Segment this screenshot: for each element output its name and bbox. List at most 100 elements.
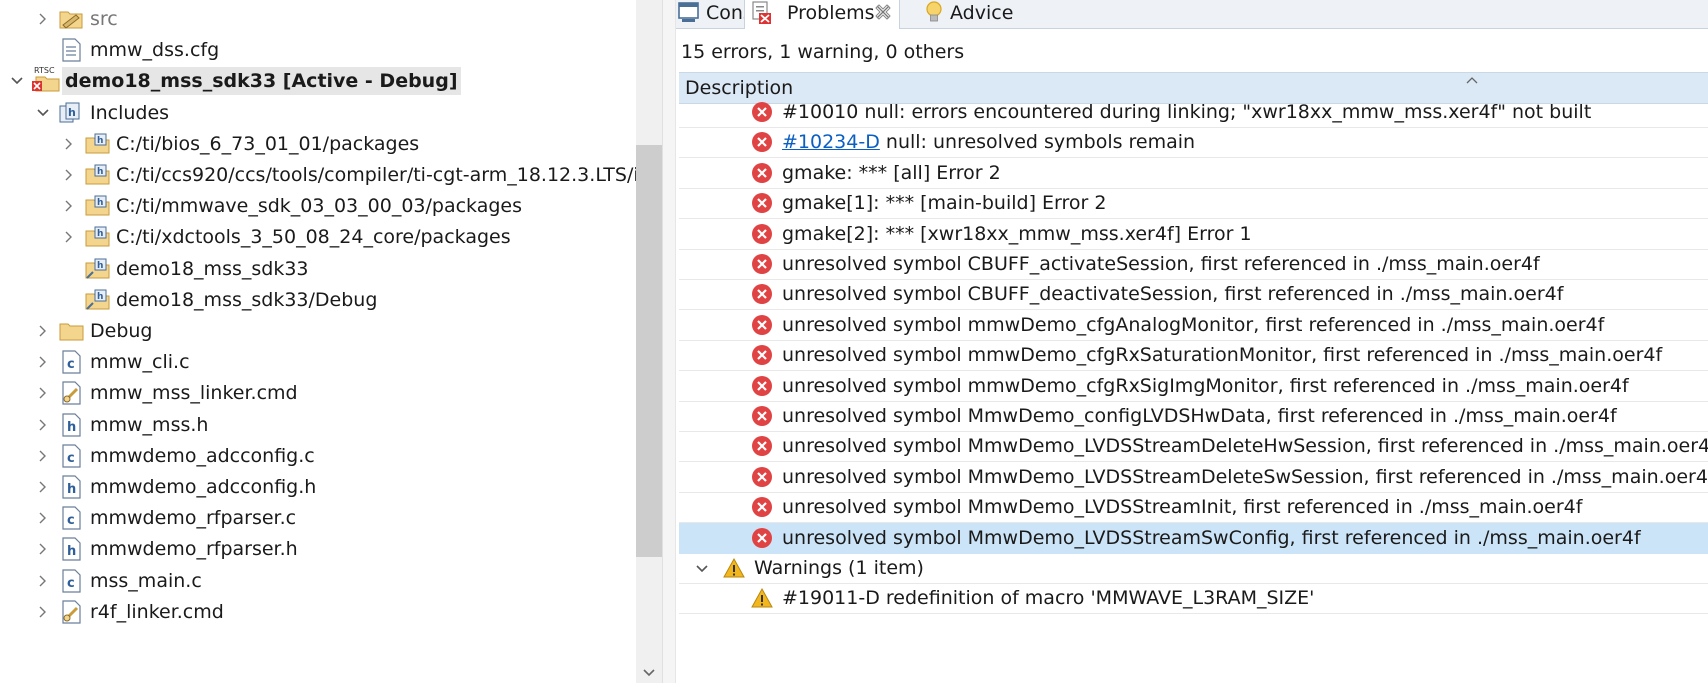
error-icon: [751, 527, 773, 549]
svg-text:RTSC: RTSC: [34, 66, 55, 75]
chevron-right-icon[interactable]: [34, 346, 52, 378]
warning-icon: [723, 557, 745, 579]
include-workspace-icon: h: [84, 288, 110, 312]
problem-row[interactable]: #10010 null: errors encountered during l…: [679, 97, 1708, 128]
view-splitter[interactable]: [662, 0, 676, 683]
problem-description: unresolved symbol MmwDemo_LVDSStreamDele…: [782, 435, 1708, 458]
problem-description: #10234-D null: unresolved symbols remain: [782, 127, 1195, 158]
problem-description: unresolved symbol MmwDemo_LVDSStreamInit…: [782, 496, 1583, 519]
error-icon: [751, 344, 773, 366]
problem-description: unresolved symbol MmwDemo_LVDSStreamSwCo…: [782, 526, 1641, 549]
chevron-right-icon[interactable]: [60, 221, 78, 253]
chevron-right-icon[interactable]: [60, 190, 78, 222]
chevron-right-icon[interactable]: [34, 409, 52, 441]
error-icon: [751, 375, 773, 397]
chevron-right-icon[interactable]: [34, 533, 52, 565]
tree-item-label: mmw_dss.cfg: [90, 39, 220, 62]
error-icon: [751, 253, 773, 275]
project-explorer: src mmw_dss.cfg RTSC demo18_mss_sdk33 [Acti…: [0, 0, 662, 683]
error-icon: [751, 435, 773, 457]
problem-row[interactable]: unresolved symbol CBUFF_deactivateSessio…: [679, 279, 1708, 311]
close-icon[interactable]: [873, 2, 893, 22]
svg-text:h: h: [68, 106, 76, 119]
tree-item-label: mss_main.c: [90, 569, 202, 592]
warnings-group-row[interactable]: Warnings (1 item): [679, 553, 1708, 584]
tab-label: Problems: [787, 2, 875, 24]
chevron-right-icon[interactable]: [34, 596, 52, 628]
chevron-right-icon[interactable]: [34, 440, 52, 472]
c-file-icon: c: [58, 350, 84, 374]
problem-row[interactable]: unresolved symbol MmwDemo_LVDSStreamInit…: [679, 492, 1708, 524]
tree-item-label: r4f_linker.cmd: [90, 600, 224, 623]
problem-row[interactable]: unresolved symbol mmwDemo_cfgAnalogMonit…: [679, 310, 1708, 341]
warning-row[interactable]: #19011-D redefinition of macro 'MMWAVE_L…: [679, 583, 1708, 615]
chevron-down-icon[interactable]: [693, 553, 711, 585]
chevron-right-icon[interactable]: [34, 565, 52, 597]
problem-row[interactable]: unresolved symbol mmwDemo_cfgRxSigImgMon…: [679, 371, 1708, 402]
chevron-right-icon[interactable]: [34, 315, 52, 347]
include-folder-icon: h: [84, 194, 110, 218]
error-icon: [751, 162, 773, 184]
warning-icon: [751, 587, 773, 609]
chevron-down-icon[interactable]: [8, 65, 26, 97]
vertical-scrollbar[interactable]: [636, 0, 662, 683]
tree-item-label: C:/ti/xdctools_3_50_08_24_core/packages: [116, 226, 511, 249]
linker-file-icon: [58, 600, 84, 624]
include-folder-icon: h: [84, 132, 110, 156]
tree-item-label: mmwdemo_rfparser.h: [90, 538, 298, 561]
problem-row[interactable]: unresolved symbol MmwDemo_configLVDSHwDa…: [679, 401, 1708, 432]
tab-advice[interactable]: Advice: [912, 0, 1013, 28]
error-icon: [751, 223, 773, 245]
chevron-right-icon[interactable]: [60, 128, 78, 160]
problem-row[interactable]: unresolved symbol MmwDemo_LVDSStreamDele…: [679, 462, 1708, 493]
tree-item-label: Includes: [90, 101, 170, 124]
problem-row[interactable]: unresolved symbol MmwDemo_LVDSStreamDele…: [679, 431, 1708, 463]
rtsc-project-icon: RTSC: [30, 65, 64, 93]
problem-row[interactable]: unresolved symbol mmwDemo_cfgRxSaturatio…: [679, 340, 1708, 372]
problem-description: unresolved symbol mmwDemo_cfgAnalogMonit…: [782, 313, 1605, 336]
tree-item-label: mmwdemo_rfparser.c: [90, 507, 297, 530]
tab-problems[interactable]: Problems: [744, 0, 900, 29]
chevron-right-icon[interactable]: [34, 377, 52, 409]
svg-text:c: c: [67, 513, 75, 528]
error-icon: [751, 283, 773, 305]
svg-text:h: h: [67, 420, 76, 435]
problem-row[interactable]: gmake[1]: *** [main-build] Error 2: [679, 188, 1708, 220]
problem-description: unresolved symbol mmwDemo_cfgRxSigImgMon…: [782, 374, 1629, 397]
h-file-icon: h: [58, 537, 84, 561]
chevron-right-icon[interactable]: [34, 3, 52, 35]
scrollbar-thumb[interactable]: [636, 145, 662, 557]
tree-item-label: mmwdemo_adcconfig.c: [90, 444, 315, 467]
svg-text:c: c: [67, 576, 75, 591]
chevron-right-icon[interactable]: [34, 471, 52, 503]
chevron-down-icon[interactable]: [34, 97, 52, 129]
problem-description: unresolved symbol mmwDemo_cfgRxSaturatio…: [782, 344, 1663, 367]
problem-id-link[interactable]: #10234-D: [782, 131, 880, 153]
problem-row[interactable]: #10234-D null: unresolved symbols remain: [679, 127, 1708, 159]
problem-description: #19011-D redefinition of macro 'MMWAVE_L…: [782, 587, 1315, 610]
problem-description: gmake: *** [all] Error 2: [782, 161, 1001, 184]
console-icon: [676, 0, 702, 26]
scroll-down-arrow-icon[interactable]: [636, 665, 662, 683]
error-icon: [751, 192, 773, 214]
problem-description: unresolved symbol CBUFF_deactivateSessio…: [782, 283, 1564, 306]
includes-icon: h: [58, 101, 84, 125]
svg-text:h: h: [67, 482, 76, 497]
problems-view: Console Problems Advice 15 errors, 1 war…: [676, 0, 1708, 683]
c-file-icon: c: [58, 568, 84, 593]
problem-row[interactable]: gmake[2]: *** [xwr18xx_mmw_mss.xer4f] Er…: [679, 219, 1708, 250]
chevron-right-icon[interactable]: [34, 502, 52, 534]
problem-row[interactable]: unresolved symbol CBUFF_activateSession,…: [679, 249, 1708, 280]
chevron-right-icon[interactable]: [60, 159, 78, 191]
svg-text:c: c: [67, 357, 75, 372]
problem-row[interactable]: gmake: *** [all] Error 2: [679, 158, 1708, 189]
problem-row[interactable]: unresolved symbol MmwDemo_LVDSStreamSwCo…: [679, 522, 1708, 554]
svg-text:h: h: [67, 544, 76, 559]
include-folder-icon: h: [84, 163, 110, 187]
tree-item-label: src: [90, 8, 118, 30]
svg-text:c: c: [67, 451, 75, 466]
error-icon: [751, 131, 773, 153]
svg-text:h: h: [97, 136, 103, 146]
